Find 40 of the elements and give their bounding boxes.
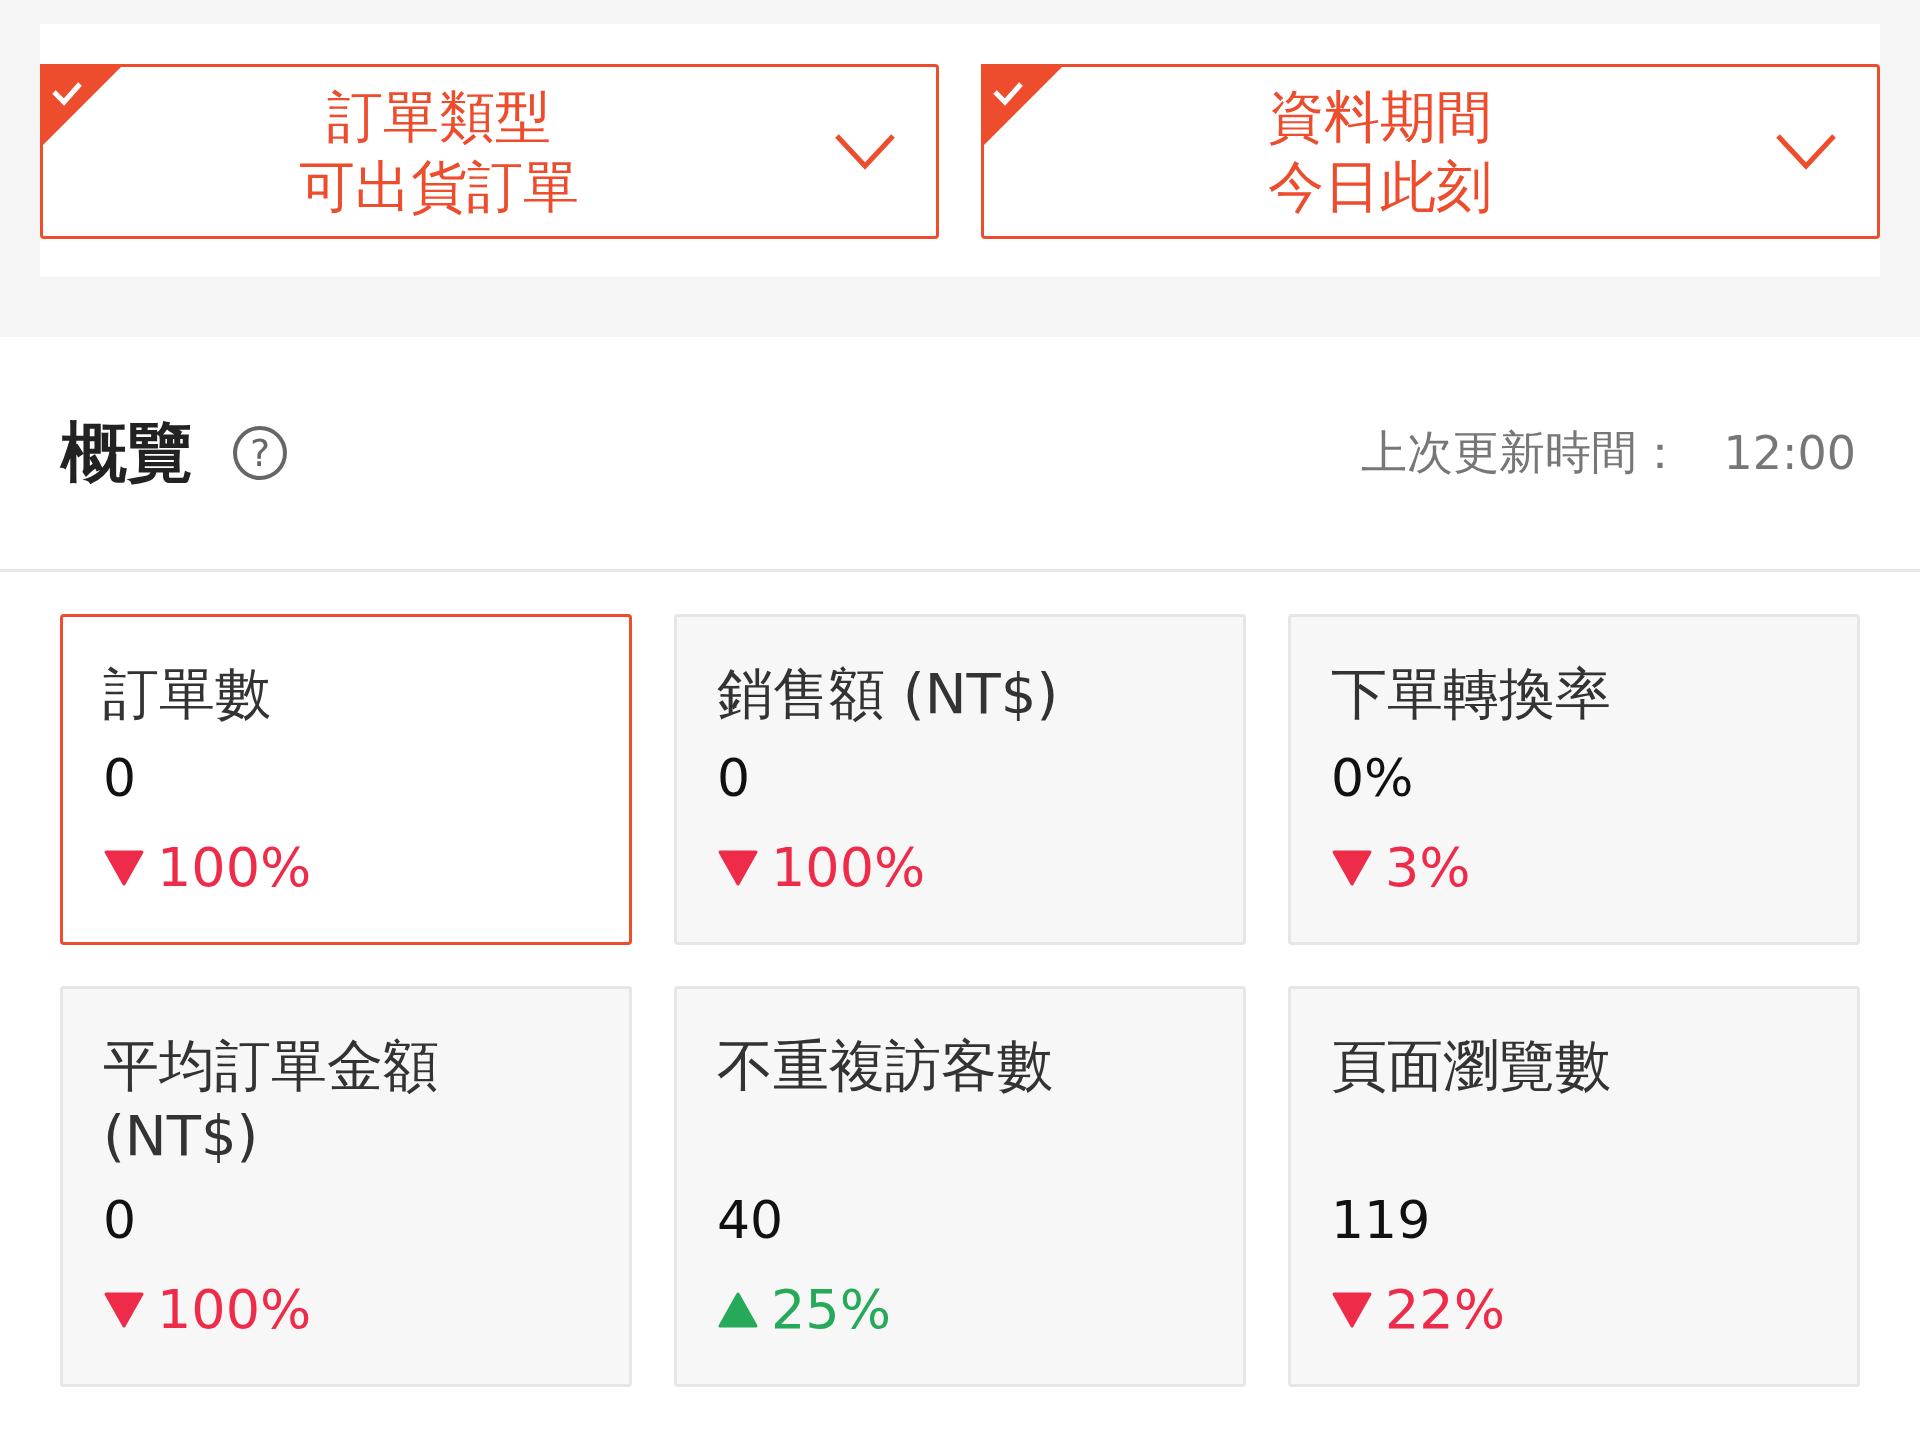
update-time: 12:00 <box>1723 426 1856 480</box>
metric-label: 銷售額 (NT$) <box>717 660 1060 728</box>
triangle-up-icon <box>717 1290 759 1330</box>
filter-value: 可出貨訂單 <box>298 152 579 221</box>
metric-change: 100% <box>157 1277 312 1343</box>
metric-change: 3% <box>1385 835 1471 901</box>
metric-label: 不重複訪客數 <box>717 1032 1054 1100</box>
metric-change: 100% <box>157 835 312 901</box>
metric-label: 訂單數 <box>103 660 272 728</box>
metric-value: 0 <box>103 1189 138 1252</box>
metric-value: 0% <box>1331 747 1415 810</box>
filter-value: 今日此刻 <box>1267 152 1492 221</box>
metric-value: 119 <box>1331 1189 1432 1252</box>
metric-change: 25% <box>771 1277 892 1343</box>
metric-label: 平均訂單金額 (NT$) <box>103 1032 440 1170</box>
metric-card[interactable]: 不重複訪客數 40 25% <box>674 986 1246 1387</box>
metric-label: 下單轉換率 <box>1331 660 1612 728</box>
metric-card[interactable]: 銷售額 (NT$) 0 100% <box>674 614 1246 945</box>
metric-value: 0 <box>717 747 752 810</box>
metric-change: 22% <box>1385 1277 1506 1343</box>
triangle-down-icon <box>103 1290 145 1330</box>
help-icon[interactable]: ? <box>233 426 287 480</box>
metric-card[interactable]: 頁面瀏覽數 119 22% <box>1288 986 1860 1387</box>
metric-card[interactable]: 訂單數 0 100% <box>60 614 632 945</box>
update-label: 上次更新時間： <box>1361 424 1684 481</box>
triangle-down-icon <box>103 848 145 888</box>
filter-dropdown[interactable]: 資料期間 今日此刻 <box>981 64 1880 239</box>
triangle-down-icon <box>717 848 759 888</box>
triangle-down-icon <box>1331 848 1373 888</box>
metric-value: 0 <box>103 747 138 810</box>
triangle-down-icon <box>1331 1290 1373 1330</box>
filter-title: 訂單類型 <box>326 82 551 151</box>
metric-card[interactable]: 平均訂單金額 (NT$) 0 100% <box>60 986 632 1387</box>
filter-dropdown[interactable]: 訂單類型 可出貨訂單 <box>40 64 939 239</box>
metric-card[interactable]: 下單轉換率 0% 3% <box>1288 614 1860 945</box>
metric-value: 40 <box>717 1189 785 1252</box>
filter-title: 資料期間 <box>1267 82 1492 151</box>
metric-change: 100% <box>771 835 926 901</box>
metric-label: 頁面瀏覽數 <box>1331 1032 1612 1100</box>
section-title: 概覽 <box>61 413 193 493</box>
